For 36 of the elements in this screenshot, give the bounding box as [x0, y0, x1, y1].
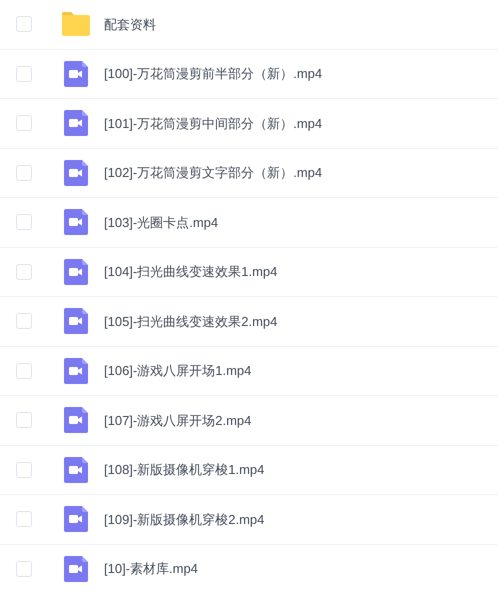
checkbox[interactable] — [16, 462, 32, 478]
folder-icon — [62, 12, 90, 36]
video-file-icon — [64, 358, 88, 384]
file-name[interactable]: [106]-游戏八屏开场1.mp4 — [104, 361, 252, 380]
file-name[interactable]: [109]-新版摄像机穿梭2.mp4 — [104, 510, 264, 529]
checkbox[interactable] — [16, 214, 32, 230]
checkbox[interactable] — [16, 313, 32, 330]
file-name[interactable]: [102]-万花筒漫剪文字部分（新）.mp4 — [104, 163, 322, 182]
file-name[interactable]: [100]-万花筒漫剪前半部分（新）.mp4 — [104, 64, 322, 84]
video-file-icon — [64, 60, 88, 87]
checkbox[interactable] — [16, 362, 32, 379]
checkbox[interactable] — [16, 511, 32, 528]
video-file-icon — [64, 160, 88, 186]
file-name[interactable]: [108]-新版摄像机穿梭1.mp4 — [104, 460, 264, 480]
video-file-icon — [64, 110, 88, 136]
video-file-icon — [64, 258, 88, 285]
file-name[interactable]: [101]-万花筒漫剪中间部分（新）.mp4 — [104, 114, 322, 133]
video-file-icon — [64, 556, 88, 582]
video-file-icon — [64, 407, 88, 434]
checkbox[interactable] — [16, 560, 32, 577]
checkbox[interactable] — [16, 66, 32, 82]
checkbox[interactable] — [16, 164, 32, 181]
file-name[interactable]: 配套资料 — [104, 14, 156, 34]
video-file-icon — [64, 209, 88, 236]
checkbox[interactable] — [16, 412, 32, 428]
video-file-icon — [64, 506, 88, 532]
file-name[interactable]: [107]-游戏八屏开场2.mp4 — [104, 410, 252, 430]
file-name[interactable]: [104]-扫光曲线变速效果1.mp4 — [104, 262, 278, 282]
video-file-icon — [64, 308, 88, 334]
checkbox[interactable] — [16, 264, 32, 280]
checkbox[interactable] — [16, 16, 32, 32]
file-name[interactable]: [103]-光圈卡点.mp4 — [104, 212, 218, 232]
checkbox[interactable] — [16, 115, 32, 132]
file-name[interactable]: [10]-素材库.mp4 — [104, 559, 198, 578]
video-file-icon — [64, 456, 88, 483]
file-name[interactable]: [105]-扫光曲线变速效果2.mp4 — [104, 312, 278, 331]
